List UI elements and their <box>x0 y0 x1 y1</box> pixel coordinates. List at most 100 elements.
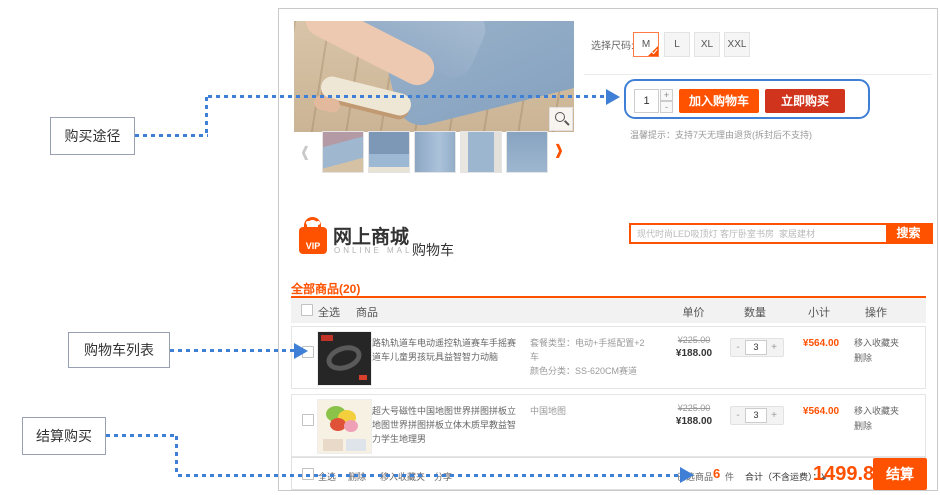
annotation-line <box>135 134 208 137</box>
size-picker-label: 选择尺码: <box>591 37 634 52</box>
row-qty-increase-button[interactable]: + <box>767 339 781 356</box>
image-detail <box>323 439 343 451</box>
selected-items-unit: 件 <box>725 470 734 483</box>
column-quantity: 数量 <box>731 304 779 320</box>
product-image-china-map[interactable] <box>317 399 372 454</box>
column-select-all: 全选 <box>318 304 340 320</box>
row-qty-increase-button[interactable]: + <box>767 407 781 424</box>
delete-link[interactable]: 删除 <box>854 351 872 364</box>
annotation-line <box>106 434 178 437</box>
thumbnail-2[interactable] <box>368 131 410 173</box>
thumbnail-3[interactable] <box>414 131 456 173</box>
add-to-cart-button[interactable]: 加入购物车 <box>679 89 759 113</box>
annotation-line <box>175 436 178 476</box>
cart-row-china-map: 超大号磁性中国地图世界拼图拼板立地图世界拼图拼板立体木质早教益智力学生地理男 中… <box>291 394 926 457</box>
annotation-label: 购物车列表 <box>84 340 154 360</box>
current-price: ¥188.00 <box>660 416 728 427</box>
old-price: ¥225.00 <box>660 335 728 345</box>
magnifier-handle <box>564 120 569 125</box>
annotation-arrowhead-icon <box>294 343 308 359</box>
price-cell: ¥225.00 ¥188.00 <box>660 335 728 359</box>
annotation-cart-list: 购物车列表 <box>68 332 170 368</box>
row-qty-decrease-button[interactable]: - <box>731 407 745 424</box>
select-all-checkbox[interactable] <box>301 304 313 316</box>
logo-bag-icon[interactable]: VIP <box>299 217 327 254</box>
row-subtotal: ¥564.00 <box>792 338 850 349</box>
annotation-checkout: 结算购买 <box>22 417 106 455</box>
checkout-button[interactable]: 结算 <box>873 458 927 490</box>
thumbnail-4[interactable] <box>460 131 502 173</box>
page-title: 购物车 <box>412 240 454 260</box>
bag-dot <box>316 221 320 225</box>
divider <box>584 74 932 75</box>
annotation-label: 结算购买 <box>36 426 92 446</box>
row-quantity-stepper: - 3 + <box>730 338 784 357</box>
product-main-image[interactable] <box>294 21 574 132</box>
quantity-decrease-button[interactable]: - <box>660 101 673 113</box>
size-option-m[interactable]: M <box>633 32 659 57</box>
row-subtotal: ¥564.00 <box>792 406 850 417</box>
selected-items-count: 6 <box>713 466 720 481</box>
thumbnail-5[interactable] <box>506 131 548 173</box>
product-title[interactable]: 超大号磁性中国地图世界拼图拼板立地图世界拼图拼板立体木质早教益智力学生地理男 <box>372 404 524 446</box>
row-checkbox[interactable] <box>302 414 314 426</box>
annotation-line <box>170 349 296 352</box>
main-panel: ‹ › 选择尺码: M L XL XXL 1 + - 加入购物车 立即购买 温馨… <box>278 8 938 491</box>
annotation-arrowhead-icon <box>680 467 694 483</box>
page-canvas: ‹ › 选择尺码: M L XL XXL 1 + - 加入购物车 立即购买 温馨… <box>0 0 940 495</box>
product-image-track-toy[interactable] <box>317 331 372 386</box>
size-option-label: XXL <box>728 39 747 50</box>
mall-title: 网上商城 <box>333 222 409 249</box>
column-subtotal: 小计 <box>796 304 842 320</box>
carousel-next-icon[interactable]: › <box>555 135 563 165</box>
image-detail <box>323 341 365 375</box>
image-detail <box>346 439 366 451</box>
size-option-xl[interactable]: XL <box>694 32 720 57</box>
spec-line: 套餐类型：电动+手摇配置+2车 <box>530 336 648 364</box>
size-option-l[interactable]: L <box>664 32 690 57</box>
annotation-line <box>208 95 608 98</box>
size-option-xxl[interactable]: XXL <box>724 32 750 57</box>
carousel-prev-icon[interactable]: ‹ <box>301 137 309 167</box>
product-specs: 套餐类型：电动+手摇配置+2车 颜色分类：SS-620CM赛道 <box>530 336 648 378</box>
row-qty-input[interactable]: 3 <box>745 340 767 355</box>
column-price: 单价 <box>671 304 716 320</box>
delete-link[interactable]: 删除 <box>854 419 872 432</box>
column-actions: 操作 <box>853 304 899 320</box>
bag-dot <box>306 221 310 225</box>
spec-line: 颜色分类：SS-620CM赛道 <box>530 364 648 378</box>
quantity-increase-button[interactable]: + <box>660 89 673 101</box>
thumbnail-1[interactable] <box>322 131 364 173</box>
search-input[interactable] <box>631 225 886 242</box>
column-product: 商品 <box>356 304 378 320</box>
image-detail <box>321 335 333 341</box>
price-cell: ¥225.00 ¥188.00 <box>660 403 728 427</box>
annotation-arrowhead-icon <box>606 89 620 105</box>
buy-now-button[interactable]: 立即购买 <box>765 89 845 113</box>
search-bar: 搜索 <box>629 223 933 244</box>
size-option-label: XL <box>701 39 713 50</box>
annotation-line <box>205 97 208 137</box>
tab-all-items[interactable]: 全部商品(20) <box>291 280 360 297</box>
annotation-line <box>178 474 682 477</box>
magnifier-icon[interactable] <box>549 107 573 131</box>
row-qty-decrease-button[interactable]: - <box>731 339 745 356</box>
cart-row-track-toy: 路轨轨道车电动遥控轨道赛车手摇赛道车儿童男孩玩具益智智力动脑 套餐类型：电动+手… <box>291 326 926 389</box>
current-price: ¥188.00 <box>660 348 728 359</box>
annotation-purchase-path: 购买途径 <box>50 117 135 155</box>
annotation-label: 购买途径 <box>65 126 121 146</box>
row-qty-input[interactable]: 3 <box>745 408 767 423</box>
move-to-favorites-link[interactable]: 移入收藏夹 <box>854 404 899 417</box>
quantity-input[interactable]: 1 <box>634 89 659 113</box>
return-policy-tip: 温馨提示：支持7天无理由退货(拆封后不支持) <box>630 128 812 141</box>
search-button[interactable]: 搜索 <box>886 225 931 242</box>
mall-subtitle: ONLINE MALL <box>334 246 420 255</box>
table-header: 全选 商品 单价 数量 小计 操作 <box>291 298 926 323</box>
move-to-favorites-link[interactable]: 移入收藏夹 <box>854 336 899 349</box>
size-option-label: L <box>674 39 680 50</box>
image-detail <box>359 375 367 380</box>
old-price: ¥225.00 <box>660 403 728 413</box>
row-quantity-stepper: - 3 + <box>730 406 784 425</box>
product-title[interactable]: 路轨轨道车电动遥控轨道赛车手摇赛道车儿童男孩玩具益智智力动脑 <box>372 336 524 364</box>
spec-line: 中国地图 <box>530 404 648 418</box>
